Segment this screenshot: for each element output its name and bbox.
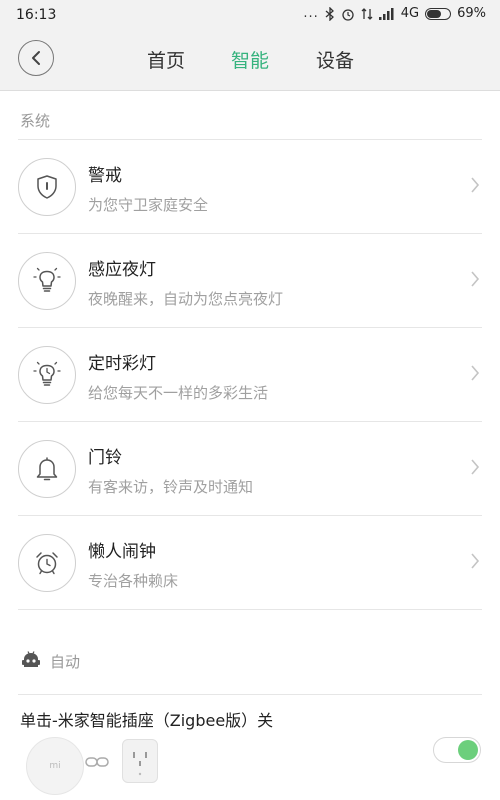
list-item-guard[interactable]: 警戒 为您守卫家庭安全: [0, 140, 500, 234]
battery-percent: 69%: [457, 6, 486, 21]
status-time: 16:13: [16, 7, 57, 23]
item-title: 感应夜灯: [88, 260, 156, 280]
toggle-knob: [458, 740, 478, 760]
wireless-switch-device-icon: mi: [26, 737, 84, 795]
item-title: 门铃: [88, 448, 122, 468]
alarm-clock-icon: [36, 552, 58, 575]
tab-smart[interactable]: 智能: [231, 46, 269, 73]
icon-circle: [18, 252, 76, 310]
item-subtitle: 专治各种赖床: [88, 572, 179, 590]
list-item-timed-light[interactable]: 定时彩灯 给您每天不一样的多彩生活: [0, 328, 500, 422]
automation-rule-title[interactable]: 单击-米家智能插座（Zigbee版）关: [20, 707, 273, 731]
smart-plug-device-icon: [122, 739, 158, 783]
list-item-night-light[interactable]: 感应夜灯 夜晚醒来，自动为您点亮夜灯: [0, 234, 500, 328]
item-subtitle: 有客来访，铃声及时通知: [88, 478, 254, 496]
chevron-right-icon: [471, 553, 480, 569]
top-nav: 首页 智能 设备: [0, 32, 500, 91]
item-subtitle: 为您守卫家庭安全: [88, 196, 209, 214]
item-title: 警戒: [88, 166, 122, 186]
list-item-doorbell[interactable]: 门铃 有客来访，铃声及时通知: [0, 422, 500, 516]
section-header-auto: 自动: [20, 650, 80, 672]
item-subtitle: 夜晚醒来，自动为您点亮夜灯: [88, 290, 284, 308]
system-list: 警戒 为您守卫家庭安全 感应夜灯 夜晚醒来，自动为您点亮夜灯 定时彩灯 给您每天…: [0, 140, 500, 610]
divider: [18, 694, 482, 695]
chevron-right-icon: [471, 177, 480, 193]
icon-circle: [18, 158, 76, 216]
icon-circle: [18, 534, 76, 592]
section-title-system: 系统: [20, 112, 51, 130]
icon-circle: [18, 440, 76, 498]
automation-toggle[interactable]: [433, 737, 481, 763]
section-title-auto: 自动: [50, 652, 81, 671]
signal-icon: [378, 7, 395, 20]
alarm-status-icon: [341, 7, 355, 21]
chevron-right-icon: [471, 365, 480, 381]
status-bar: 16:13 ... 4G 69%: [0, 0, 500, 32]
timer-bulb-icon: [33, 361, 61, 386]
icon-circle: [18, 346, 76, 404]
tab-home[interactable]: 首页: [147, 46, 185, 73]
plug-socket-icon: [133, 752, 147, 776]
bluetooth-icon: [325, 6, 335, 21]
battery-icon: [425, 7, 452, 20]
bulb-icon: [33, 267, 61, 292]
status-dots: ...: [303, 6, 319, 21]
tab-bar: 首页 智能 设备: [0, 32, 500, 90]
shield-icon: [37, 175, 57, 199]
bell-icon: [36, 457, 58, 481]
item-title: 定时彩灯: [88, 354, 156, 374]
data-arrows-icon: [361, 7, 373, 21]
status-indicators: ... 4G 69%: [303, 6, 486, 21]
list-item-alarm[interactable]: 懒人闹钟 专治各种赖床: [0, 516, 500, 610]
divider: [18, 609, 482, 610]
automation-rule-devices: mi: [26, 737, 486, 797]
item-subtitle: 给您每天不一样的多彩生活: [88, 384, 269, 402]
chevron-right-icon: [471, 271, 480, 287]
chevron-right-icon: [471, 459, 480, 475]
network-type: 4G: [400, 6, 420, 21]
device-brand-mark: mi: [49, 761, 61, 771]
tab-devices[interactable]: 设备: [316, 46, 354, 73]
battery-fill: [427, 9, 442, 18]
link-icon: [85, 757, 109, 767]
robot-icon: [22, 651, 40, 667]
item-title: 懒人闹钟: [88, 542, 156, 562]
